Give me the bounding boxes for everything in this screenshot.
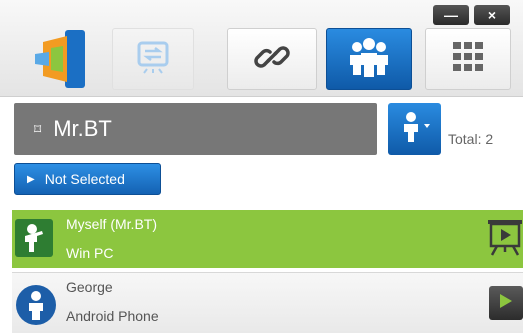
not-selected-label: Not Selected [44, 171, 125, 187]
session-name-bar[interactable]: ⌑ Mr.BT [14, 103, 377, 155]
close-icon: × [487, 7, 497, 23]
minimize-icon: — [444, 7, 458, 23]
person-avatar-icon [16, 285, 56, 325]
screen-swap-button[interactable] [112, 28, 194, 90]
presenter-icon [398, 110, 432, 149]
total-count: Total: 2 [448, 131, 494, 147]
link-button[interactable] [227, 28, 317, 90]
close-button[interactable]: × [474, 5, 510, 25]
session-name: Mr.BT [53, 116, 112, 141]
pin-icon: ⌑ [34, 120, 42, 137]
minimize-button[interactable]: — [433, 5, 469, 25]
group-button[interactable] [326, 28, 412, 90]
device-row-myself[interactable]: Myself (Mr.BT) Win PC [12, 210, 523, 268]
user-type-dropdown[interactable] [388, 103, 441, 155]
grid-icon [453, 41, 483, 77]
toolbar: — × [0, 0, 523, 97]
device-row-george[interactable]: George Android Phone [12, 272, 523, 333]
device-name: Myself (Mr.BT) [66, 216, 157, 232]
play-arrow-icon: ▶ [27, 173, 35, 185]
present-screen-icon[interactable] [487, 218, 523, 258]
device-platform: Android Phone [66, 308, 159, 324]
not-selected-button[interactable]: ▶ Not Selected [14, 163, 161, 195]
app-window: — × ⌑ Mr.BT Total: 2 ▶ Not Selected Myse… [0, 0, 523, 333]
device-platform: Win PC [66, 245, 114, 261]
group-icon [347, 35, 391, 84]
device-name: George [66, 279, 113, 295]
play-icon [499, 293, 513, 314]
presenter-avatar-icon [15, 219, 53, 257]
link-icon [252, 37, 292, 82]
grid-button[interactable] [425, 28, 511, 90]
screen-swap-icon [133, 37, 173, 82]
app-logo-icon [29, 28, 91, 90]
play-button[interactable] [489, 286, 523, 320]
